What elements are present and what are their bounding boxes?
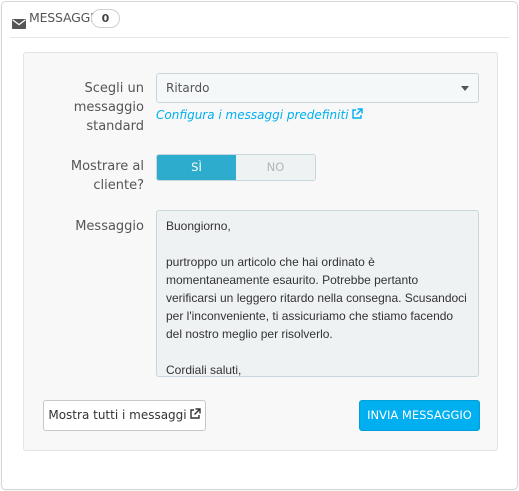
panel-heading: MESSAGGI 0 bbox=[10, 8, 509, 38]
show-to-customer-toggle: SÌ NO bbox=[156, 154, 316, 181]
message-paragraph: purtroppo un articolo che hai ordinato è… bbox=[166, 255, 467, 341]
send-message-button[interactable]: INVIA MESSAGGIO bbox=[359, 400, 480, 431]
message-paragraph: Cordiali saluti, bbox=[166, 363, 242, 377]
show-all-messages-button[interactable]: Mostra tutti i messaggi bbox=[43, 400, 206, 431]
message-paragraph: Buongiorno, bbox=[166, 219, 231, 233]
message-textarea[interactable]: Buongiorno, purtroppo un articolo che hai… bbox=[156, 210, 479, 377]
configure-messages-link-label: Configura i messaggi predefiniti bbox=[156, 108, 349, 122]
toggle-no-option[interactable]: NO bbox=[236, 155, 315, 180]
external-link-icon bbox=[351, 108, 363, 123]
show-to-customer-label: Mostrare al cliente? bbox=[70, 159, 144, 193]
messages-panel: MESSAGGI 0 Scegli un messaggio standard … bbox=[1, 1, 518, 490]
external-link-icon bbox=[189, 402, 201, 431]
envelope-icon bbox=[12, 14, 26, 29]
toggle-yes-option[interactable]: SÌ bbox=[157, 155, 236, 180]
configure-messages-link[interactable]: Configura i messaggi predefiniti bbox=[156, 108, 363, 123]
caret-down-icon bbox=[461, 86, 469, 91]
standard-message-selected-value: Ritardo bbox=[166, 81, 210, 95]
show-all-messages-label: Mostra tutti i messaggi bbox=[48, 408, 187, 422]
message-label: Messaggio bbox=[75, 219, 144, 234]
message-count-badge: 0 bbox=[91, 9, 120, 28]
standard-message-label: Scegli un messaggio standard bbox=[73, 81, 144, 134]
panel-title: MESSAGGI bbox=[29, 10, 94, 25]
message-form: Scegli un messaggio standard Ritardo Con… bbox=[23, 52, 498, 451]
standard-message-select[interactable]: Ritardo bbox=[156, 73, 479, 103]
